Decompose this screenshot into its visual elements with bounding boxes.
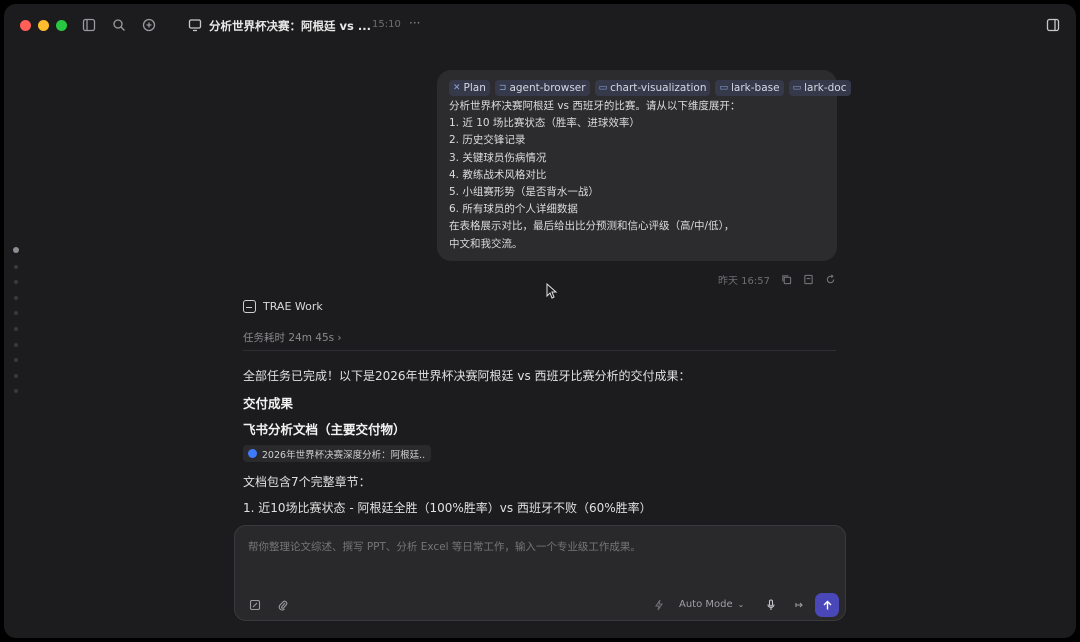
assistant-intro: 全部任务已完成！以下是2026年世界杯决赛阿根廷 vs 西班牙比赛分析的交付成果…: [243, 369, 691, 383]
expand-icon[interactable]: [791, 597, 807, 613]
trae-logo-icon: [243, 300, 256, 313]
doc-note: 文档包含7个完整章节：: [243, 475, 371, 489]
navigator-dot[interactable]: [13, 247, 19, 253]
message-actions: 昨天 16:57: [718, 272, 836, 287]
message-line: 5. 小组赛形势（是否背水一战）: [449, 186, 599, 199]
list-item: 1. 近10场比赛状态 - 阿根廷全胜（100%胜率）vs 西班牙不败（60%胜…: [243, 501, 652, 515]
search-icon[interactable]: [110, 16, 128, 34]
navigator-dot[interactable]: [14, 358, 18, 363]
conversation-title: 分析世界杯决赛：阿根廷 vs ...: [209, 19, 371, 33]
message-navigator[interactable]: [12, 247, 20, 405]
skill-chip-plan[interactable]: ✕ Plan: [449, 80, 490, 96]
microphone-icon[interactable]: [763, 597, 779, 613]
skill-chip-lark-base[interactable]: ▭ lark-base: [715, 80, 784, 96]
skill-chip-chart-visualization[interactable]: ▭ chart-visualization: [594, 80, 711, 96]
message-line: 6. 所有球员的个人详细数据: [449, 203, 578, 216]
paperclip-icon[interactable]: [275, 597, 291, 613]
navigator-dot[interactable]: [14, 342, 18, 347]
navigator-dot[interactable]: [14, 326, 18, 331]
message-line: 2. 历史交锋记录: [449, 134, 526, 147]
mode-selector[interactable]: Auto Mode ⌄: [679, 599, 744, 610]
chat-icon: [186, 16, 204, 34]
more-menu-button[interactable]: ···: [409, 16, 420, 30]
doc-link-title: 2026年世界杯决赛深度分析：阿根廷...: [261, 449, 426, 461]
message-line: 在表格展示对比，最后给出比分预测和信心评级（高/中/低），: [449, 220, 735, 233]
message-timestamp: 昨天 16:57: [718, 276, 770, 287]
app-window: 分析世界杯决赛：阿根廷 vs ... 15:10 ··· ✕ Plan ⊐ agen…: [4, 4, 1076, 638]
book-icon: ▭: [719, 83, 728, 93]
close-window-button[interactable]: [20, 20, 31, 31]
user-message-bubble: ✕ Plan ⊐ agent-browser ▭ chart-visualizatio…: [437, 70, 851, 261]
navigator-dot[interactable]: [14, 295, 18, 300]
message-line: 1. 近 10 场比赛状态（胜率、进球效率）: [449, 117, 640, 130]
message-line: 分析世界杯决赛阿根廷 vs 西班牙的比赛。请从以下维度展开：: [449, 100, 741, 112]
message-line: 3. 关键球员伤病情况: [449, 151, 547, 164]
sidebar-toggle-icon[interactable]: [80, 16, 98, 34]
doc-link-chip[interactable]: 2026年世界杯决赛深度分析：阿根廷...: [243, 445, 431, 462]
attach-file-icon[interactable]: [247, 597, 263, 613]
new-task-icon[interactable]: [140, 16, 158, 34]
minimize-window-button[interactable]: [38, 20, 49, 31]
retry-icon[interactable]: [824, 274, 836, 286]
book-icon: ▭: [598, 83, 608, 93]
message-line: 4. 教练战术风格对比: [449, 168, 547, 181]
plan-icon: ✕: [453, 83, 461, 93]
task-duration-toggle[interactable]: 任务耗时 24m 45s ›: [243, 330, 342, 345]
lark-doc-icon: [248, 449, 257, 458]
navigator-dot[interactable]: [14, 311, 18, 316]
section-subheading: 飞书分析文档（主要交付物）: [243, 422, 406, 437]
mode-label: Auto Mode: [679, 599, 733, 610]
browser-icon: ⊐: [498, 83, 507, 93]
section-heading: 交付成果: [243, 396, 294, 411]
send-button[interactable]: [815, 593, 839, 617]
skill-chip-lark-doc[interactable]: ▭ lark-doc: [788, 80, 851, 96]
copy-icon[interactable]: [780, 274, 792, 286]
assistant-name: TRAE Work: [263, 300, 323, 313]
navigator-dot[interactable]: [14, 389, 18, 394]
lightning-icon[interactable]: [651, 597, 667, 613]
book-icon: ▭: [792, 83, 802, 93]
arrow-up-icon: [823, 600, 831, 609]
message-line: 中文和我交流。: [449, 237, 523, 250]
panel-toggle-icon[interactable]: [1044, 16, 1062, 34]
navigator-dot[interactable]: [14, 373, 18, 378]
edit-icon[interactable]: [802, 274, 814, 286]
conversation-time: 15:10: [372, 19, 401, 30]
title-bar: 分析世界杯决赛：阿根廷 vs ... 15:10 ···: [4, 4, 1076, 48]
assistant-header: TRAE Work: [243, 300, 323, 313]
navigator-dot[interactable]: [14, 280, 18, 285]
zoom-window-button[interactable]: [56, 20, 67, 31]
user-message-text: 分析世界杯决赛阿根廷 vs 西班牙的比赛。请从以下维度展开： 1. 近 10 场…: [449, 98, 825, 253]
navigator-dot[interactable]: [14, 264, 18, 269]
message-input[interactable]: [248, 541, 808, 553]
message-composer: Auto Mode ⌄: [234, 525, 846, 621]
chevron-down-icon: ⌄: [737, 600, 745, 609]
skill-chip-agent-browser[interactable]: ⊐ agent-browser: [494, 80, 590, 96]
skill-chips: ✕ Plan ⊐ agent-browser ▭ chart-visualizatio…: [449, 80, 851, 96]
mouse-cursor-icon: [546, 282, 558, 303]
divider: [243, 350, 836, 351]
